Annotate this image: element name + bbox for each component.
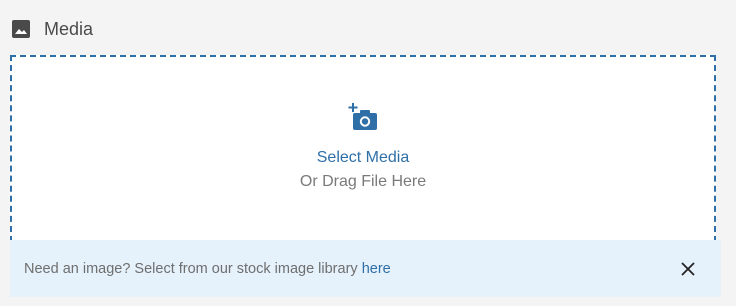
stock-library-link[interactable]: here [362,261,391,277]
drag-file-hint: Or Drag File Here [299,173,427,190]
section-title: Media [44,18,94,39]
media-panel: Media Select Media Or Drag File Here Nee… [0,0,736,306]
add-camera-icon[interactable] [346,100,380,134]
close-icon[interactable] [677,258,699,280]
notice-message: Need an image? Select from our stock ima… [24,260,362,277]
select-media-link[interactable]: Select Media [317,149,410,167]
image-icon [10,18,32,40]
media-dropzone[interactable]: Select Media Or Drag File Here [10,55,716,242]
notice-text: Need an image? Select from our stock ima… [24,261,391,277]
stock-library-notice: Need an image? Select from our stock ima… [10,240,721,297]
media-header: Media [10,14,93,44]
